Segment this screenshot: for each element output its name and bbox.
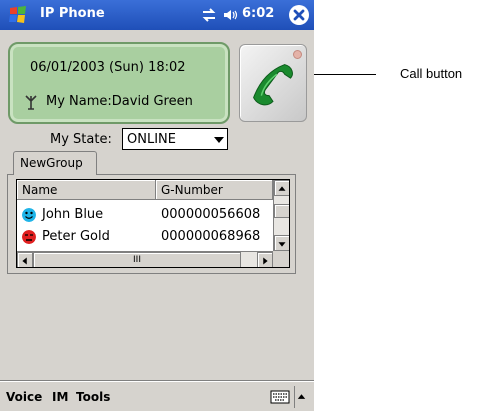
table-row[interactable]: Peter Gold 000000068968 bbox=[17, 226, 273, 248]
speaker-icon[interactable] bbox=[222, 7, 238, 23]
call-button[interactable] bbox=[239, 44, 307, 122]
menu-bar: Voice IM Tools bbox=[0, 381, 314, 411]
scroll-right-button[interactable] bbox=[257, 252, 273, 267]
my-state-value: ONLINE bbox=[127, 132, 176, 147]
tab-newgroup-label: NewGroup bbox=[20, 156, 83, 170]
menu-tools[interactable]: Tools bbox=[76, 390, 110, 404]
contact-name: John Blue bbox=[42, 207, 104, 222]
app-title: IP Phone bbox=[40, 6, 105, 21]
contact-g-number: 000000056608 bbox=[161, 207, 261, 222]
menu-voice[interactable]: Voice bbox=[6, 390, 42, 404]
table-row[interactable]: John Blue 000000056608 bbox=[17, 204, 273, 226]
contact-list[interactable]: Name G-Number John Blue 000000056608 Pet… bbox=[16, 179, 290, 268]
windows-start-icon[interactable] bbox=[4, 3, 34, 27]
column-header-g-number[interactable]: G-Number bbox=[156, 180, 273, 200]
sync-icon[interactable] bbox=[201, 7, 217, 23]
vertical-scroll-thumb[interactable] bbox=[274, 204, 289, 218]
call-button-callout: Call button bbox=[400, 66, 463, 81]
status-led bbox=[293, 50, 302, 59]
horizontal-scroll-thumb[interactable]: III bbox=[33, 252, 241, 267]
chevron-right-icon bbox=[263, 257, 268, 265]
date-time-display: 06/01/2003 (Sun) 18:02 bbox=[30, 60, 186, 75]
title-bar: IP Phone 6:02 bbox=[0, 0, 314, 30]
pocket-pc-screen: IP Phone 6:02 06/01/2003 (Sun) 18:02 My … bbox=[0, 0, 314, 411]
contact-g-number: 000000068968 bbox=[161, 229, 261, 244]
busy-smiley-icon bbox=[22, 230, 36, 244]
antenna-icon bbox=[25, 95, 37, 110]
contact-name: Peter Gold bbox=[42, 229, 110, 244]
scroll-left-button[interactable] bbox=[17, 252, 33, 267]
menu-im[interactable]: IM bbox=[52, 390, 68, 404]
my-name-label: My Name: bbox=[46, 94, 112, 109]
chevron-up-icon bbox=[278, 186, 286, 191]
scroll-corner bbox=[273, 251, 289, 267]
my-name-display: My Name:David Green bbox=[46, 94, 193, 109]
scroll-up-button[interactable] bbox=[274, 180, 289, 196]
sip-arrow-icon[interactable] bbox=[294, 386, 308, 408]
chevron-down-icon bbox=[278, 242, 286, 247]
status-panel: 06/01/2003 (Sun) 18:02 My Name:David Gre… bbox=[8, 42, 230, 124]
column-header-name[interactable]: Name bbox=[17, 180, 156, 200]
close-icon bbox=[293, 9, 305, 21]
horizontal-scrollbar[interactable]: III bbox=[17, 251, 273, 267]
callout-line bbox=[314, 74, 376, 75]
chevron-down-icon[interactable] bbox=[211, 129, 227, 149]
clock[interactable]: 6:02 bbox=[242, 6, 274, 21]
chevron-left-icon bbox=[22, 257, 27, 265]
my-state-label: My State: bbox=[50, 132, 112, 147]
online-smiley-icon bbox=[22, 208, 36, 222]
keyboard-icon[interactable] bbox=[270, 390, 290, 404]
tab-newgroup[interactable]: NewGroup bbox=[13, 151, 97, 175]
my-state-dropdown[interactable]: ONLINE bbox=[122, 128, 228, 150]
vertical-scrollbar[interactable] bbox=[273, 180, 289, 251]
close-button[interactable] bbox=[289, 5, 309, 25]
my-name-value: David Green bbox=[111, 94, 193, 109]
scroll-down-button[interactable] bbox=[274, 235, 289, 251]
